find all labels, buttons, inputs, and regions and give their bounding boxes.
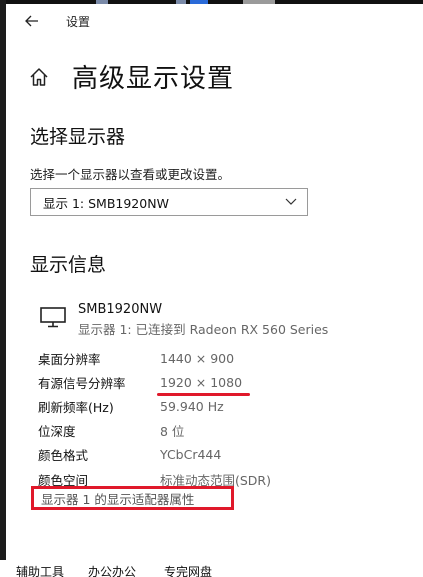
info-value: 8 位 [160, 424, 185, 440]
info-row-bit-depth: 位深度 8 位 [38, 419, 271, 443]
background-icon [176, 0, 186, 4]
info-value: 1440 × 900 [160, 350, 235, 366]
taskbar-labels: 辅助工具 办公办公 专完网盘 [0, 560, 423, 577]
monitor-icon [40, 307, 66, 328]
taskbar-item[interactable]: 辅助工具 [16, 563, 64, 577]
display-select-value: 显示 1: SMB1920NW [43, 195, 169, 211]
settings-window: 设置 高级显示设置 选择显示器 选择一个显示器以查看或更改设置。 显示 1: S… [0, 0, 423, 577]
display-adapter-properties-link[interactable]: 显示器 1 的显示适配器属性 [31, 486, 234, 510]
display-info-heading: 显示信息 [30, 254, 107, 276]
info-row-refresh-rate: 刷新频率(Hz) 59.940 Hz [38, 394, 271, 418]
monitor-name: SMB1920NW [78, 302, 163, 317]
background-icon [243, 0, 275, 4]
info-value-annotated: 1920 × 1080 [157, 374, 251, 396]
background-icon [190, 0, 208, 4]
info-label: 颜色格式 [38, 448, 89, 464]
taskbar-item[interactable]: 专完网盘 [164, 563, 212, 577]
page-header: 高级显示设置 [28, 58, 234, 95]
title-bar: 设置 [20, 10, 90, 32]
choose-display-heading: 选择显示器 [30, 126, 126, 148]
chevron-down-icon [285, 198, 297, 205]
background-window-strip [0, 0, 423, 4]
info-label: 有源信号分辨率 [38, 375, 126, 391]
info-row-color-format: 颜色格式 YCbCr444 [38, 443, 271, 467]
choose-display-description: 选择一个显示器以查看或更改设置。 [30, 167, 231, 182]
window-title: 设置 [66, 14, 91, 29]
info-label: 刷新频率(Hz) [38, 399, 114, 415]
red-underline-annotation [157, 392, 251, 396]
info-label: 桌面分辨率 [38, 351, 101, 367]
adapter-link-label: 显示器 1 的显示适配器属性 [41, 491, 195, 507]
info-row-desktop-resolution: 桌面分辨率 1440 × 900 [38, 346, 271, 370]
info-value: YCbCr444 [160, 447, 222, 463]
left-window-edge [0, 0, 6, 560]
display-info-table: 桌面分辨率 1440 × 900 有源信号分辨率 1920 × 1080 刷新频… [38, 346, 271, 491]
info-row-active-signal-resolution: 有源信号分辨率 1920 × 1080 [38, 370, 271, 396]
background-icon [96, 0, 108, 4]
back-arrow-icon [25, 15, 38, 27]
info-value: 1920 × 1080 [160, 374, 243, 390]
display-select-dropdown[interactable]: 显示 1: SMB1920NW [30, 188, 308, 216]
info-label: 位深度 [38, 424, 76, 440]
info-value: 59.940 Hz [160, 398, 224, 414]
monitor-connection: 显示器 1: 已连接到 Radeon RX 560 Series [78, 322, 329, 337]
home-icon[interactable] [28, 66, 50, 88]
taskbar-item[interactable]: 办公办公 [88, 563, 136, 577]
page-title: 高级显示设置 [72, 64, 235, 94]
back-button[interactable] [20, 10, 44, 32]
monitor-summary: SMB1920NW 显示器 1: 已连接到 Radeon RX 560 Seri… [40, 302, 328, 338]
